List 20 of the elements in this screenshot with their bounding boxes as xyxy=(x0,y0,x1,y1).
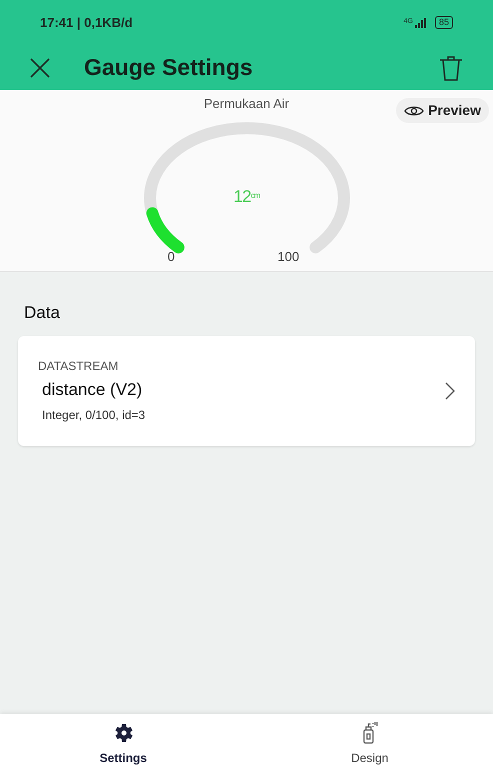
datastream-details: Integer, 0/100, id=3 xyxy=(42,407,146,424)
preview-button[interactable]: Preview xyxy=(396,98,489,123)
chevron-right-icon xyxy=(445,382,455,400)
battery-indicator: 85 xyxy=(434,16,453,29)
status-time: 17:41 | 0,1KB/d xyxy=(40,14,133,32)
signal-icon xyxy=(414,18,427,28)
section-heading: Data xyxy=(24,302,61,324)
datastream-label: DATASTREAM xyxy=(38,358,120,375)
gauge-min-label: 0 xyxy=(168,248,175,266)
nav-tab[interactable]: Settings xyxy=(0,714,246,774)
datastream-name: distance (V2) xyxy=(42,378,144,401)
gauge-value: 12$^{cm}$ xyxy=(234,186,260,208)
eye-icon xyxy=(404,104,424,116)
screen-title: Gauge Settings xyxy=(84,53,254,82)
close-icon[interactable] xyxy=(28,56,52,80)
gauge-max-label: 100 xyxy=(278,248,300,266)
datastream-card[interactable]: DATASTREAM distance (V2) Integer, 0/100, id=3 xyxy=(18,336,475,446)
gauge-title: Permukaan Air xyxy=(204,95,290,113)
nav-tab[interactable]: Design xyxy=(246,714,493,774)
trash-icon[interactable] xyxy=(437,54,465,82)
